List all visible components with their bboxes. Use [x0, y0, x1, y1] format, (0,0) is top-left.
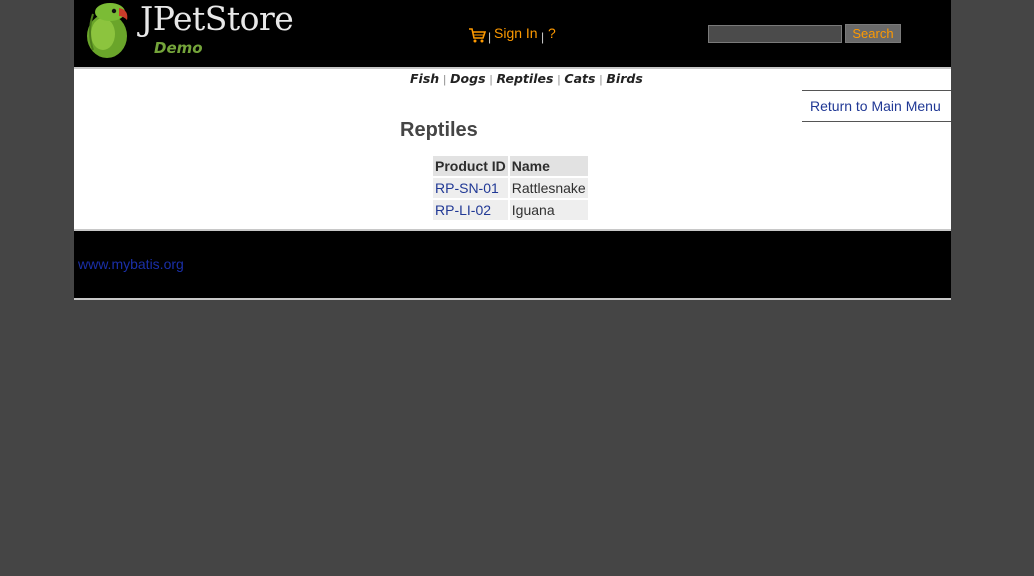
- shopping-cart-icon: [469, 28, 486, 43]
- back-link-box: Return to Main Menu: [802, 90, 951, 122]
- quicklink-birds[interactable]: Birds: [606, 71, 642, 86]
- search-input[interactable]: [708, 25, 842, 43]
- quicklink-divider: |: [440, 74, 450, 86]
- mybatis-link[interactable]: www.mybatis.org: [78, 256, 184, 272]
- quicklink-cats[interactable]: Cats: [564, 71, 595, 86]
- category-title: Reptiles: [400, 119, 478, 141]
- product-id-link[interactable]: RP-LI-02: [435, 202, 491, 218]
- menu-divider: |: [488, 30, 492, 44]
- return-to-main-menu-link[interactable]: Return to Main Menu: [810, 98, 941, 114]
- quicklink-divider: |: [554, 74, 564, 86]
- product-id-link[interactable]: RP-SN-01: [435, 180, 499, 196]
- product-table: Product ID Name RP-SN-01 Rattlesnake RP-…: [431, 154, 590, 222]
- page-wrapper: JPetStore Demo | Sign In | ? Search Fish…: [74, 0, 951, 300]
- logo-title: JPetStore: [140, 0, 294, 38]
- quicklink-divider: |: [486, 74, 496, 86]
- quicklink-fish[interactable]: Fish: [410, 71, 439, 86]
- menu-divider: |: [541, 30, 545, 44]
- search-button[interactable]: Search: [845, 24, 901, 43]
- parrot-logo-icon: [87, 3, 128, 58]
- logo-subtitle: Demo: [154, 39, 203, 57]
- column-header-name: Name: [509, 156, 588, 176]
- product-name-cell: Rattlesnake: [509, 178, 588, 198]
- sign-in-link[interactable]: Sign In: [494, 25, 538, 41]
- content-area: Fish | Dogs | Reptiles | Cats | Birds Re…: [74, 67, 951, 231]
- product-name-cell: Iguana: [509, 200, 588, 220]
- header: JPetStore Demo | Sign In | ? Search: [74, 0, 951, 67]
- table-row: RP-LI-02 Iguana: [433, 200, 588, 220]
- product-id-cell: RP-SN-01: [433, 178, 508, 198]
- help-link[interactable]: ?: [548, 25, 556, 41]
- product-id-cell: RP-LI-02: [433, 200, 508, 220]
- table-header-row: Product ID Name: [433, 156, 588, 176]
- category-quicklinks: Fish | Dogs | Reptiles | Cats | Birds: [410, 71, 643, 86]
- logo-link[interactable]: JPetStore Demo: [83, 0, 294, 60]
- quicklink-reptiles[interactable]: Reptiles: [497, 71, 554, 86]
- footer: www.mybatis.org: [74, 231, 951, 300]
- table-row: RP-SN-01 Rattlesnake: [433, 178, 588, 198]
- quicklink-divider: |: [596, 74, 606, 86]
- quicklink-dogs[interactable]: Dogs: [450, 71, 485, 86]
- column-header-product-id: Product ID: [433, 156, 508, 176]
